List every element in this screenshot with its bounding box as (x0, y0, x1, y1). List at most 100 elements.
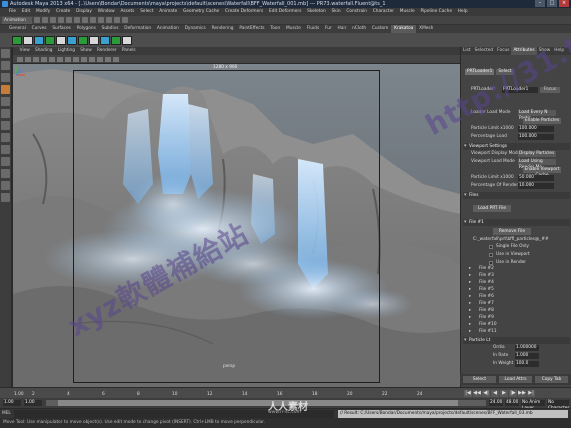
range-bar[interactable] (46, 400, 486, 406)
attribute-dropdown[interactable]: Load Every N Partic (518, 110, 556, 121)
save-scene-icon[interactable] (50, 17, 56, 23)
particle-header[interactable]: Particle Lt (463, 337, 570, 344)
command-language-label[interactable]: MEL (2, 410, 11, 418)
shelf-button-icon[interactable] (100, 36, 110, 45)
attribute-button[interactable]: Enable Particles (523, 118, 561, 124)
wireframe-icon[interactable] (65, 57, 71, 62)
file-row-file-4[interactable]: ▸ File #4 (463, 279, 570, 286)
image-plane-icon[interactable] (33, 57, 39, 62)
render-icon[interactable] (106, 17, 112, 23)
panel-menu-view[interactable]: View (17, 47, 32, 55)
snap-curve-icon[interactable] (90, 17, 96, 23)
file-row-file-5[interactable]: ▸ File #5 (463, 286, 570, 293)
file-row-file-9[interactable]: ▸ File #9 (463, 314, 570, 321)
shelf-tab-hair[interactable]: Hair (335, 25, 350, 33)
shelf-button-icon[interactable] (67, 36, 77, 45)
anim-layer-dropdown[interactable]: No Anim Layer (521, 400, 545, 411)
select-component-icon[interactable] (74, 17, 80, 23)
focus-button[interactable]: Focus (540, 87, 560, 93)
end-time-field[interactable]: 48.00 (505, 400, 519, 406)
film-gate-icon[interactable] (49, 57, 55, 62)
time-slider[interactable]: 2 4 6 8 10 12 14 16 18 20 22 24 1.00 |◀ ◀◀ ◀| ◀ ▶ |▶ ▶▶ ▶| (0, 387, 571, 398)
menu-geometry-cache[interactable]: Geometry Cache (180, 8, 222, 16)
select-object-icon[interactable] (66, 17, 72, 23)
select-hierarchy-icon[interactable] (58, 17, 64, 23)
expand-arrow-icon[interactable]: ▸ (469, 280, 471, 285)
shelf-tab-animation[interactable]: Animation (154, 25, 182, 33)
start-time-field[interactable]: 1.00 (3, 400, 21, 406)
shelf-tab-ncloth[interactable]: nCloth (349, 25, 369, 33)
attribute-dropdown[interactable]: Display Particles (518, 151, 556, 157)
attribute-field[interactable]: 100.000 (518, 126, 554, 132)
menu-pipeline-cache[interactable]: Pipeline Cache (418, 8, 455, 16)
persp-graph-layout-icon[interactable] (1, 181, 10, 190)
remove-file-button[interactable]: Remove File (493, 228, 531, 235)
open-scene-icon[interactable] (42, 17, 48, 23)
range-handle[interactable] (58, 400, 458, 406)
menu-constrain[interactable]: Constrain (344, 8, 370, 16)
ipr-render-icon[interactable] (114, 17, 120, 23)
menu-muscle[interactable]: Muscle (397, 8, 418, 16)
attribute-field[interactable]: 100.0 (515, 361, 539, 367)
menu-animate[interactable]: Animate (156, 8, 180, 16)
menu-create-deformers[interactable]: Create Deformers (222, 8, 266, 16)
checkbox-use-in-viewport[interactable] (489, 253, 493, 257)
attribute-field[interactable]: 1.000000 (515, 345, 539, 351)
file-row-file-10[interactable]: ▸ File #10 (463, 321, 570, 328)
file-row-file-3[interactable]: ▸ File #3 (463, 272, 570, 279)
select-button[interactable]: Select (463, 376, 496, 383)
shelf-button-icon[interactable] (111, 36, 121, 45)
camera-attributes-icon[interactable] (17, 57, 23, 62)
go-to-start-icon[interactable]: |◀ (464, 390, 472, 397)
maximize-button[interactable]: □ (547, 0, 557, 7)
attribute-field[interactable]: 1.000 (515, 353, 539, 359)
rotate-tool-icon[interactable] (1, 97, 10, 106)
shadows-icon[interactable] (97, 57, 103, 62)
file-row-file-2[interactable]: ▸ File #2 (463, 265, 570, 272)
load-prt-file-button[interactable]: Load PRT File (473, 205, 511, 212)
lights-icon[interactable] (89, 57, 95, 62)
menu-character[interactable]: Character (370, 8, 397, 16)
attribute-button[interactable]: Enable Viewport Cache (523, 167, 561, 178)
snap-point-icon[interactable] (98, 17, 104, 23)
shelf-button-icon[interactable] (34, 36, 44, 45)
single-view-layout-icon[interactable] (1, 145, 10, 154)
attribute-field[interactable]: 50.000 (518, 175, 554, 181)
expand-arrow-icon[interactable]: ▸ (469, 294, 471, 299)
files-header[interactable]: Files (463, 192, 570, 199)
shelf-tab-painteffects[interactable]: PaintEffects (236, 25, 267, 33)
expand-arrow-icon[interactable]: ▸ (469, 315, 471, 320)
expand-arrow-icon[interactable]: ▸ (469, 308, 471, 313)
step-back-frame-icon[interactable]: ◀| (482, 390, 490, 397)
shelf-tab-rendering[interactable]: Rendering (209, 25, 237, 33)
file-row-file-8[interactable]: ▸ File #8 (463, 307, 570, 314)
menu-display[interactable]: Display (73, 8, 95, 16)
menu-set-dropdown[interactable]: Animation (2, 17, 32, 24)
menu-window[interactable]: Window (95, 8, 118, 16)
menu-skin[interactable]: Skin (329, 8, 344, 16)
last-tool-icon[interactable] (1, 133, 10, 142)
menu-select[interactable]: Select (137, 8, 156, 16)
shelf-button-icon[interactable] (89, 36, 99, 45)
shelf-tab-surfaces[interactable]: Surfaces (49, 25, 73, 33)
grid-toggle-icon[interactable] (41, 57, 47, 62)
shelf-button-icon[interactable] (12, 36, 22, 45)
shelf-button-icon[interactable] (56, 36, 66, 45)
panel-menu-show[interactable]: Show (78, 47, 95, 55)
expand-arrow-icon[interactable]: ▸ (469, 329, 471, 334)
attr-menu-list[interactable]: List (461, 47, 473, 55)
resolution-gate-icon[interactable] (57, 57, 63, 62)
manipulator-tool-icon[interactable] (1, 121, 10, 130)
step-forward-frame-icon[interactable]: |▶ (509, 390, 517, 397)
copy-tab-button[interactable]: Copy Tab (535, 376, 568, 383)
shelf-tab-muscle[interactable]: Muscle (283, 25, 304, 33)
character-set-dropdown[interactable]: No Character Set (547, 400, 569, 417)
paint-select-icon[interactable] (1, 73, 10, 82)
attribute-dropdown[interactable]: Load Using Render Mo (518, 159, 556, 170)
shelf-tab-dynamics[interactable]: Dynamics (182, 25, 209, 33)
play-forwards-icon[interactable]: ▶ (500, 390, 508, 397)
snap-grid-icon[interactable] (82, 17, 88, 23)
shelf-tab-subdivs[interactable]: Subdivs (99, 25, 122, 33)
shelf-button-icon[interactable] (45, 36, 55, 45)
attr-menu-focus[interactable]: Focus (495, 47, 511, 55)
